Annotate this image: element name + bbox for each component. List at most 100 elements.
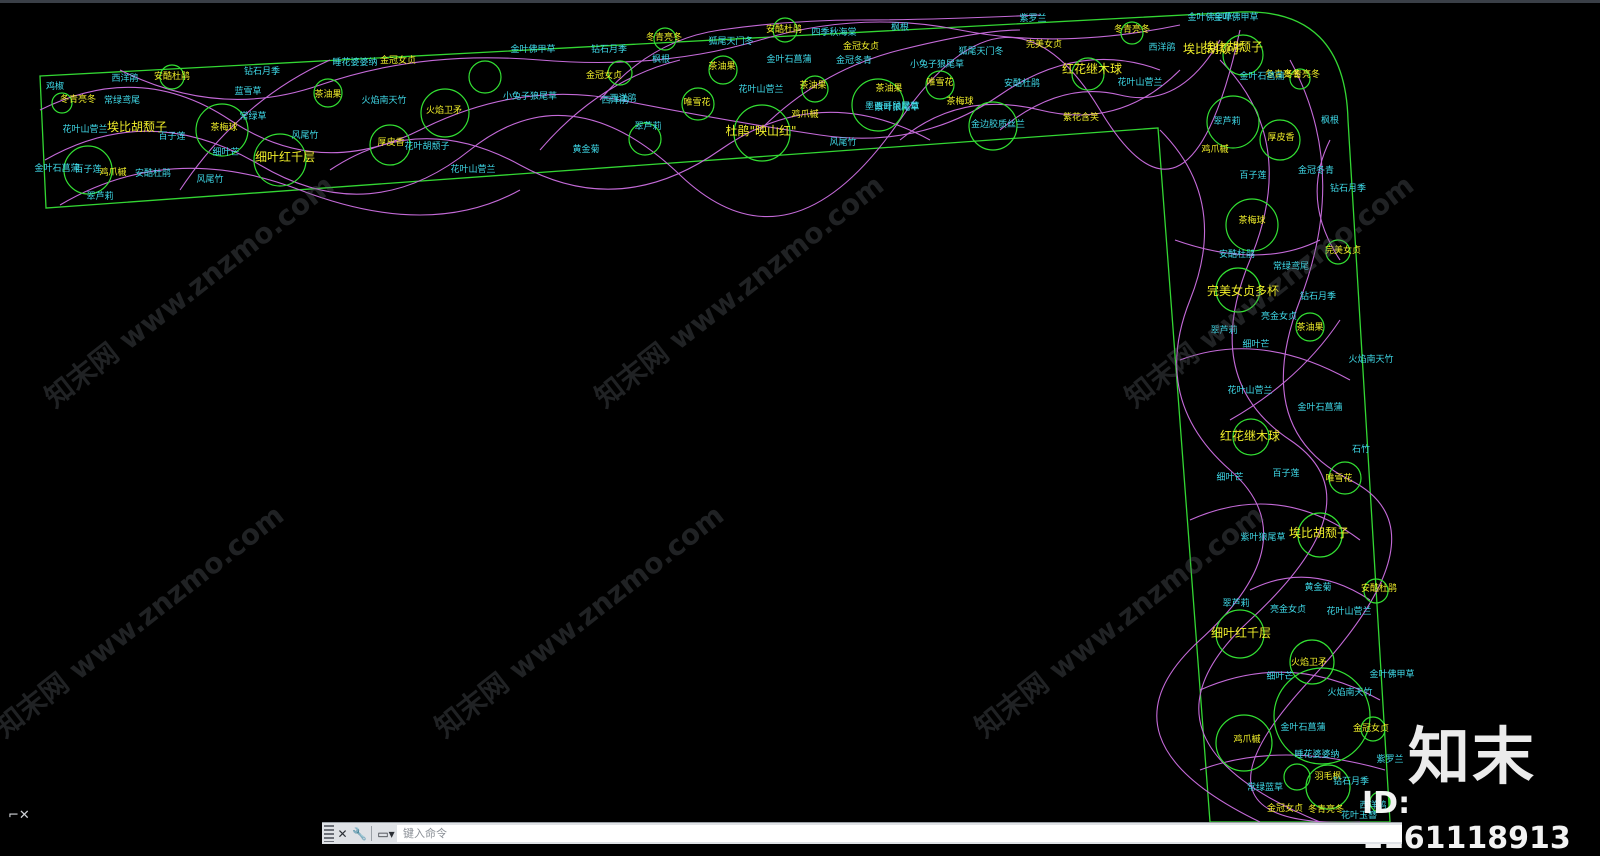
plant-label: 花叶山菅兰 (1326, 605, 1371, 617)
plant-label: 金叶佛甲草 (1213, 11, 1258, 23)
plant-label: 安酷杜鹃 (1219, 248, 1255, 260)
plant-label: 茶油果 (314, 88, 341, 100)
plant-label: 金叶石菖蒲 (1239, 70, 1284, 82)
ucs-close-icon[interactable]: ⌐✕ (8, 808, 30, 826)
plant-label: 花叶山菅兰 (450, 163, 495, 175)
plant-label: 睡花婆婆纳 (332, 56, 377, 68)
plant-label: 翠芦莉 (634, 120, 661, 132)
close-icon[interactable]: ✕ (334, 825, 351, 842)
plant-label: 冬青亮冬 (1114, 23, 1150, 35)
plant-label: 金冠女贞 (1353, 722, 1389, 734)
plant-label: 枫根 (1321, 114, 1339, 126)
plant-label: 火焰南天竹 (1327, 686, 1372, 698)
plant-label: 细叶芒 (1266, 670, 1293, 682)
plant-label: 金叶石菖蒲 (34, 162, 79, 174)
plant-label: 茶油果 (799, 79, 826, 91)
plant-label: 细叶红千层 (255, 149, 315, 164)
plant-label: 鸡椒 (46, 80, 64, 92)
divider (371, 826, 372, 841)
plant-label: 钻石月季 (244, 65, 280, 77)
shrub-circle (1283, 763, 1311, 791)
command-history-icon[interactable]: ▭▾ (375, 825, 397, 842)
plant-label: 金叶石菖蒲 (766, 53, 811, 65)
planting-plan-drawing[interactable]: 鸡椒西洋鹃 安酷杜鹃 钻石月季睡花婆婆纳 金冠女贞金叶佛甲草 钻石月季冬青亮冬 狐尾天门冬… (0, 0, 1600, 843)
plant-label: 茶油果 (708, 60, 735, 72)
plant-label: 黄金菊 (1304, 581, 1331, 593)
command-line-grip[interactable] (324, 825, 334, 842)
plant-label: 风尾竹 (291, 129, 318, 141)
plant-label: 安酷杜鹃 (1004, 77, 1040, 89)
command-line: ✕ 🔧 ▭▾ (322, 822, 1402, 844)
plant-label: 小兔子狼尾草 (910, 58, 964, 70)
plant-label: 埃比胡颓子 (1289, 526, 1349, 540)
plant-label: 金冠冬青 (1298, 164, 1334, 176)
plant-label: 红花继木球 (1062, 61, 1122, 76)
plant-label: 钻石月季 (1330, 182, 1366, 194)
plant-label: 金冠冬青 (836, 54, 872, 66)
plant-label: 茶梅球 (946, 95, 973, 107)
plant-label: 花叶胡颓子 (404, 140, 449, 152)
plant-label: 西洋鹃 (601, 94, 628, 106)
plant-label: 枫根 (652, 53, 670, 65)
plant-label: 亮金女贞 (1270, 603, 1306, 615)
plant-label: 狐尾天门冬 (958, 45, 1003, 57)
plant-label: 紫罗兰 (1019, 12, 1046, 24)
plant-label: 细叶芒 (1216, 471, 1243, 483)
plant-label: 鸡爪槭 (99, 166, 126, 178)
watermark-logo: 知末 (1408, 720, 1537, 793)
plant-label: 安酷杜鹃 (766, 23, 802, 35)
plant-label: 狐尾天门冬 (708, 35, 753, 47)
plant-label: 百子莲 (1272, 467, 1299, 479)
plant-label: 鸡爪槭 (1233, 733, 1260, 745)
plant-label: 西洋鹃 (111, 72, 138, 84)
plant-label: 完美女贞多杯 (1207, 283, 1279, 298)
plant-label: 花叶山菅兰 (1227, 384, 1272, 396)
plant-label: 冬青亮冬 (1284, 68, 1320, 80)
plant-label: 百子莲 (1239, 169, 1266, 181)
plant-label: 唯雪花 (1325, 472, 1352, 484)
plant-label: 翠芦莉 (1210, 324, 1237, 336)
plant-label: 茶油果 (875, 82, 902, 94)
plant-label: 西洋鹃 (1148, 41, 1175, 53)
plant-label: 金边胶质丝兰 (971, 118, 1025, 130)
plant-label: 细叶芒 (1242, 338, 1269, 350)
plant-label: 花叶山菅兰 (1117, 76, 1162, 88)
plant-label: 茶梅球 (210, 121, 237, 133)
plant-label: 鸡爪槭 (1201, 143, 1228, 155)
plant-label: 常绿草 (239, 110, 266, 122)
plant-label: 厚皮香 (377, 136, 404, 148)
plant-label: 钻石月季 (591, 43, 627, 55)
plant-label: 细叶芒 (212, 146, 239, 158)
shrub-circle (468, 60, 502, 94)
plant-label: 金叶石菖蒲 (1297, 401, 1342, 413)
plant-label: 常绿蓝草 (1247, 781, 1283, 793)
plant-label: 花叶山菅兰 (62, 123, 107, 135)
plant-label: 睡花婆婆纳 (1294, 748, 1339, 760)
command-input[interactable] (397, 825, 1402, 842)
plant-label: 常绿鸢尾 (104, 94, 140, 106)
plant-label: 厚皮香 (1267, 131, 1294, 143)
plant-label: 火焰卫矛 (426, 104, 462, 116)
plant-label: 细叶红千层 (1211, 625, 1271, 640)
plant-label: 亮金女贞 (1261, 310, 1297, 322)
plant-label: 冬青亮冬 (1308, 803, 1344, 815)
plant-label: 金叶石菖蒲 (1280, 721, 1325, 733)
plant-label: 金冠女贞 (843, 40, 879, 52)
plant-label: 四季秋海棠 (811, 26, 856, 38)
wrench-icon[interactable]: 🔧 (351, 825, 368, 842)
plant-label: 安酷杜鹃 (135, 167, 171, 179)
plant-label: 金冠女贞 (586, 69, 622, 81)
plant-label: 花叶山菅兰 (738, 83, 783, 95)
plant-label: 杜鹃"映山红" (725, 123, 796, 138)
plant-label: 墨西哥鼠尾草 (865, 100, 919, 112)
cad-canvas[interactable]: 鸡椒 西洋鹃 安酷杜鹃 钻石月季 睡花婆婆纳 金冠女贞 金叶佛甲草 钻石月季 冬青亮冬 狐尾天门冬… (0, 0, 1600, 856)
plant-label: 冬青亮冬 (646, 31, 682, 43)
plant-label: 唯雪花 (683, 96, 710, 108)
plant-label: 红花继木球 (1220, 428, 1280, 443)
bed-boundary (39, 11, 1391, 823)
planting-drift-line (1316, 139, 1341, 261)
plant-label: 枫根 (891, 21, 909, 33)
plant-label: 安酷杜鹃 (1361, 582, 1397, 594)
plant-label: 小兔子狼尾草 (503, 90, 557, 102)
plant-label: 冬青亮冬 (60, 93, 96, 105)
